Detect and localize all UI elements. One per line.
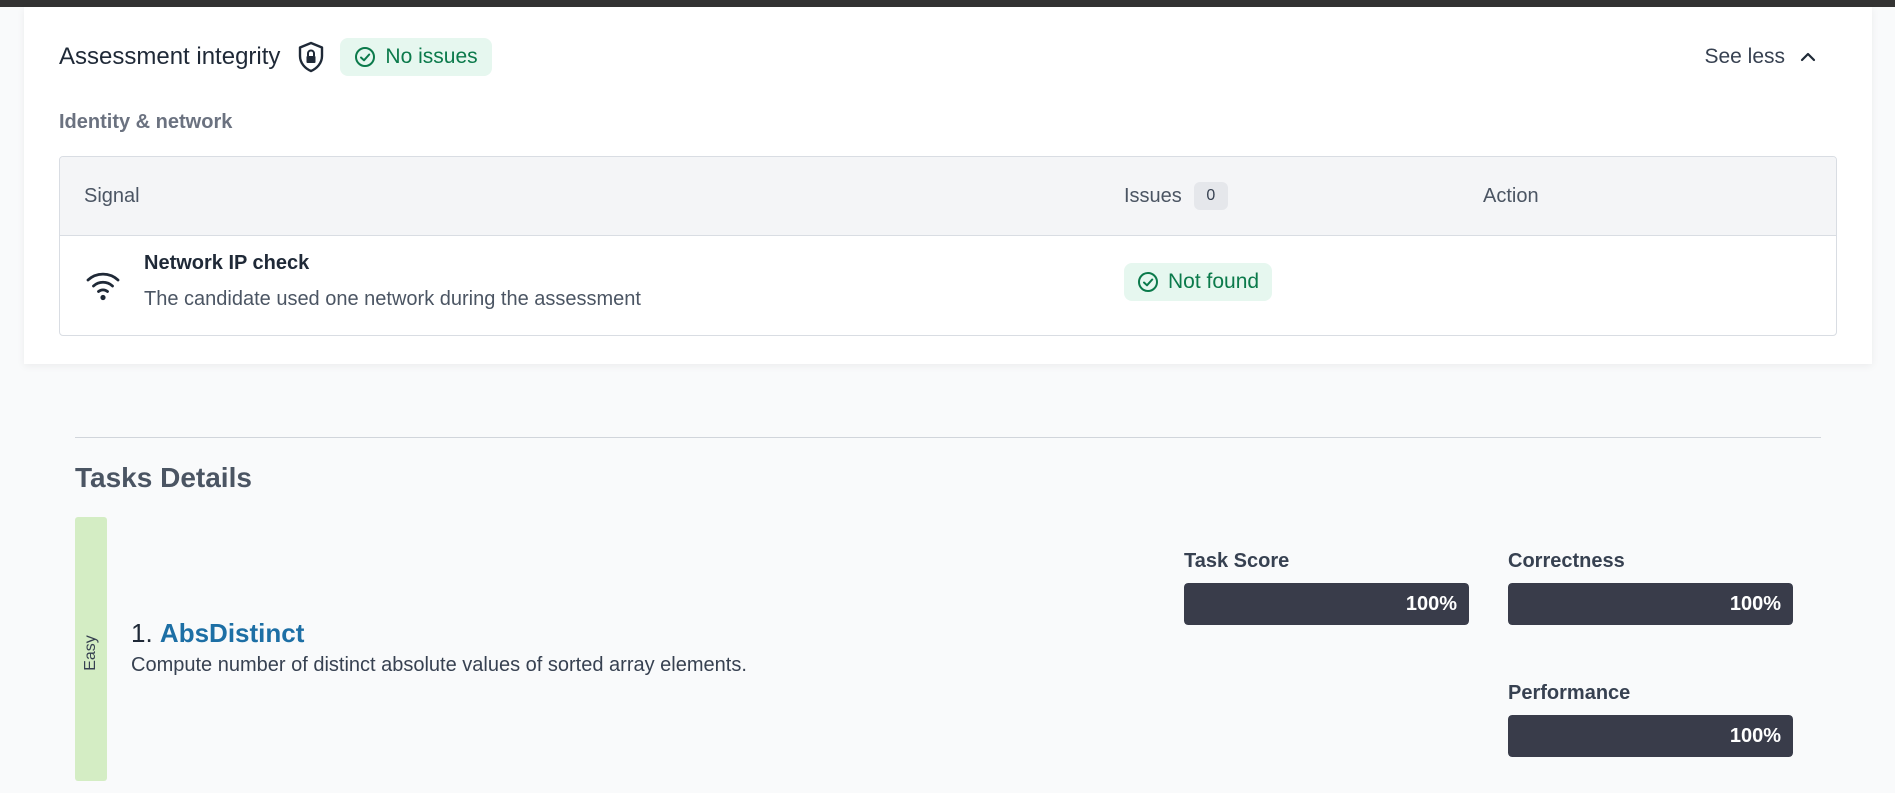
chevron-up-icon	[1800, 52, 1816, 62]
check-circle-icon	[1138, 272, 1158, 292]
tasks-details-title: Tasks Details	[75, 462, 252, 493]
metric-task-score: Task Score 100%	[1184, 550, 1469, 625]
issues-header-label: Issues	[1124, 184, 1182, 207]
column-header-issues: Issues 0	[1124, 182, 1228, 210]
not-found-badge: Not found	[1124, 263, 1273, 301]
metric-label: Correctness	[1508, 550, 1625, 572]
column-header-action: Action	[1483, 184, 1539, 207]
task-item: Easy 1. AbsDistinct Compute number of di…	[75, 517, 1821, 787]
integrity-title: Assessment integrity	[59, 43, 281, 70]
see-less-label: See less	[1704, 45, 1785, 68]
section-divider	[75, 437, 1821, 438]
assessment-integrity-card: Assessment integrity No issues See less …	[24, 7, 1872, 364]
no-issues-label: No issues	[385, 45, 478, 68]
wifi-icon	[84, 266, 122, 304]
metric-value: 100%	[1729, 725, 1781, 747]
task-number: 1.	[131, 618, 153, 648]
metric-value: 100%	[1729, 593, 1781, 615]
shield-lock-icon	[296, 41, 326, 73]
column-header-signal: Signal	[84, 184, 140, 207]
difficulty-label: Easy	[82, 635, 99, 671]
task-description: Compute number of distinct absolute valu…	[131, 654, 747, 676]
progress-bar: 100%	[1184, 583, 1469, 625]
metric-value: 100%	[1405, 593, 1457, 615]
no-issues-badge: No issues	[340, 38, 492, 76]
table-header-row: Signal Issues 0 Action	[60, 157, 1836, 236]
top-bar	[0, 0, 1895, 7]
task-heading: 1. AbsDistinct	[131, 618, 304, 649]
metric-performance: Performance 100%	[1508, 682, 1793, 757]
difficulty-strip: Easy	[75, 517, 107, 781]
progress-bar: 100%	[1508, 583, 1793, 625]
progress-bar: 100%	[1508, 715, 1793, 757]
task-name-link[interactable]: AbsDistinct	[160, 618, 304, 648]
integrity-header: Assessment integrity No issues See less	[59, 31, 1837, 83]
check-circle-icon	[355, 47, 376, 67]
identity-network-heading: Identity & network	[59, 111, 233, 133]
signal-description: The candidate used one network during th…	[144, 288, 641, 310]
issues-count-badge: 0	[1193, 182, 1228, 210]
signal-table: Signal Issues 0 Action Network IP check …	[59, 156, 1837, 336]
metric-correctness: Correctness 100%	[1508, 550, 1793, 625]
metric-label: Task Score	[1184, 550, 1290, 572]
see-less-button[interactable]: See less	[1704, 45, 1837, 69]
metric-label: Performance	[1508, 682, 1631, 704]
not-found-label: Not found	[1168, 270, 1260, 293]
table-row: Network IP check The candidate used one …	[60, 236, 1836, 335]
signal-title: Network IP check	[144, 252, 310, 274]
